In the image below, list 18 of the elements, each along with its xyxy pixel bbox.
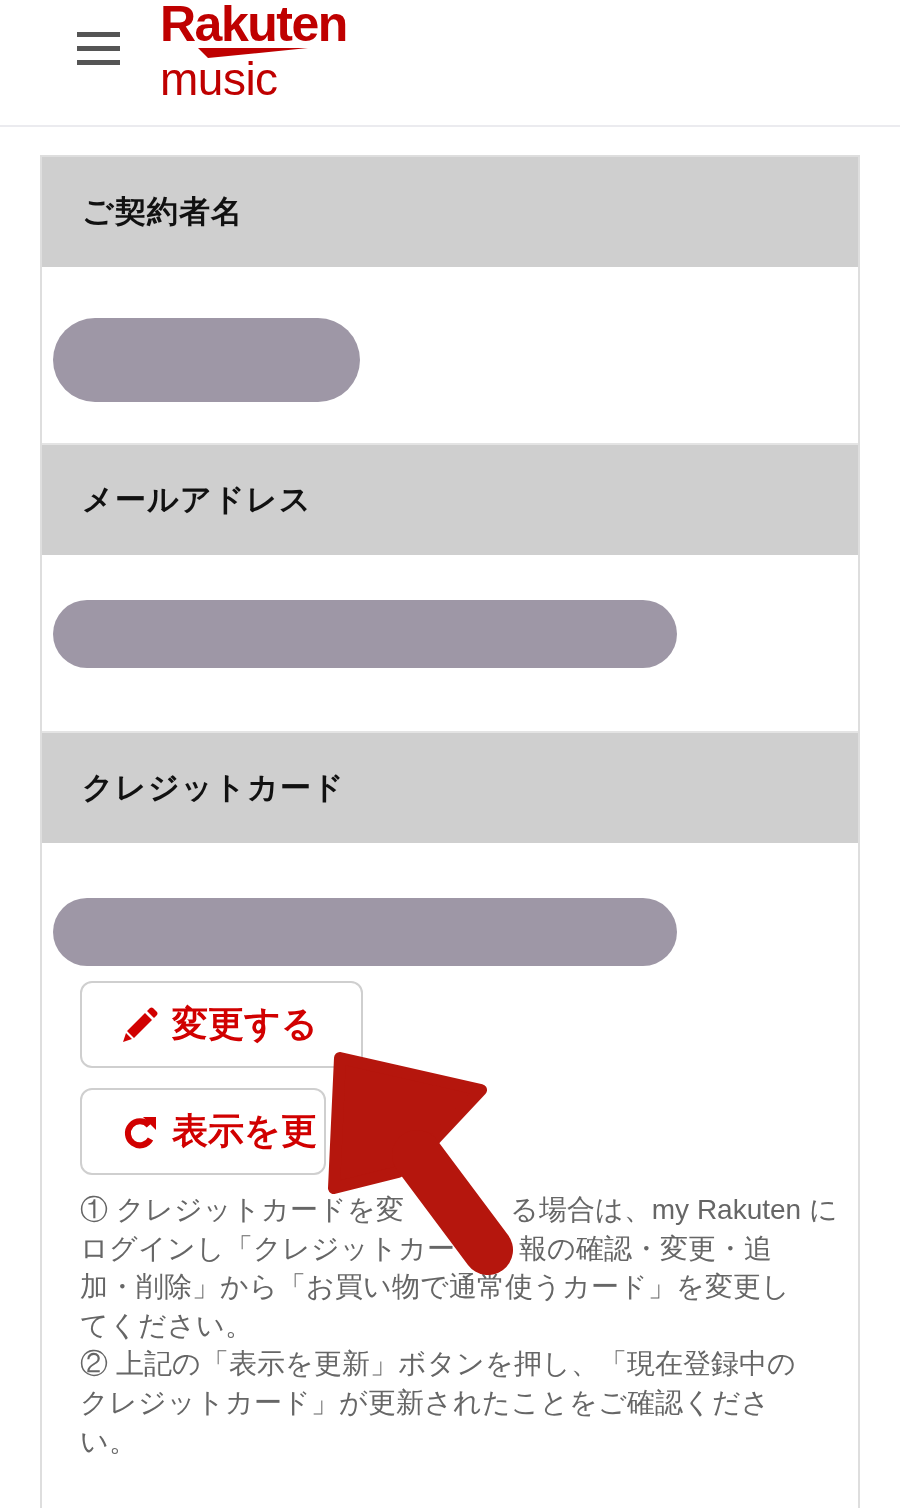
- note-text: 報の確認・変更・追: [519, 1232, 772, 1264]
- logo-wordmark: Rakuten: [160, 1, 347, 47]
- section-title: メールアドレス: [82, 480, 312, 519]
- section-title: クレジットカード: [82, 768, 345, 807]
- action-button[interactable]: 変更する: [80, 981, 363, 1068]
- action-button[interactable]: 表示を更: [80, 1088, 326, 1175]
- note-text: い。: [80, 1425, 137, 1457]
- note-text: 加・削除」から「お買い物で通常使うカード」を変更し: [80, 1271, 790, 1303]
- note-text: クレジットカード」が更新されたことをご確認くださ: [80, 1386, 770, 1418]
- pencil-icon: [122, 1006, 158, 1043]
- note-text: ログインし「クレジットカー: [80, 1232, 455, 1264]
- note-text: る場合は、my Rakuten に: [509, 1194, 838, 1225]
- note-text: ① クレジットカードを変: [80, 1194, 404, 1225]
- note-text: ② 上記の「表示を更新」ボタンを押し、「現在登録中の: [80, 1348, 796, 1380]
- menu-icon[interactable]: [77, 32, 120, 65]
- section-title: ご契約者名: [82, 192, 243, 231]
- logo-subtitle: music: [160, 58, 278, 100]
- note-text: てください。: [80, 1309, 253, 1341]
